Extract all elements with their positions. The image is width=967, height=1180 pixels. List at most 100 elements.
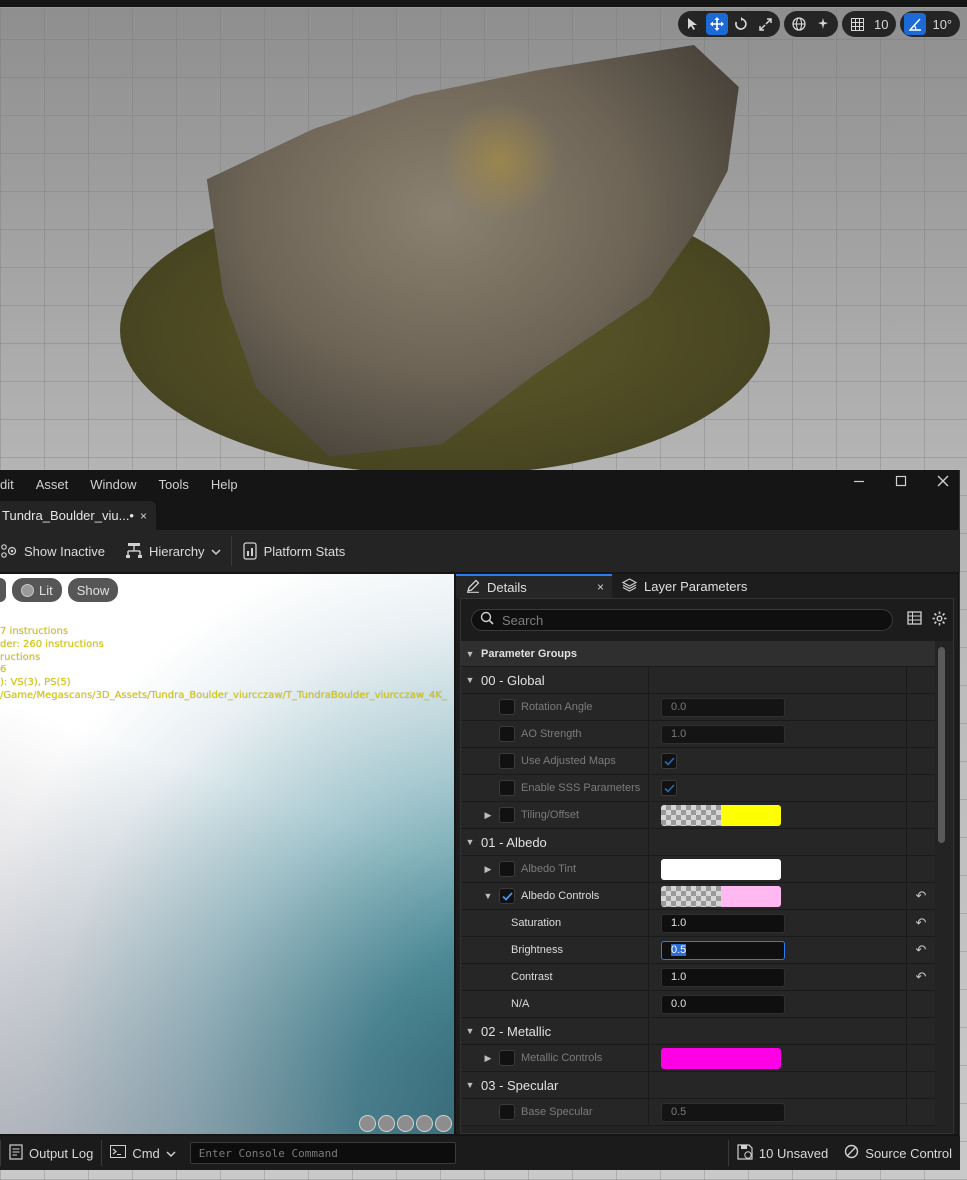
contrast-field[interactable]: 1.0	[661, 967, 785, 987]
source-control-button[interactable]: Source Control	[836, 1136, 960, 1170]
tab-layer-parameters-label: Layer Parameters	[644, 578, 748, 594]
expand-arrow-icon[interactable]: ▶	[481, 810, 495, 821]
param-label: Saturation	[511, 917, 562, 929]
collapse-arrow-icon: ▼	[465, 675, 475, 685]
override-checkbox[interactable]	[499, 1104, 515, 1120]
material-preview-viewport[interactable]: Lit Show 7 instructions der: 260 instruc…	[0, 574, 454, 1134]
ao-strength-field[interactable]: 1.0	[661, 724, 785, 744]
override-checkbox[interactable]	[499, 807, 515, 823]
use-adjusted-maps-checkbox[interactable]	[661, 753, 677, 769]
brightness-field-editing[interactable]: 0.5	[661, 940, 785, 960]
albedo-controls-color-swatch[interactable]	[661, 885, 781, 907]
param-saturation: Saturation 1.0 ↶	[461, 910, 935, 937]
collapse-arrow-icon: ▼	[465, 837, 475, 847]
rotation-snap-angle-icon[interactable]	[904, 13, 927, 35]
reset-to-default-icon[interactable]: ↶	[907, 883, 935, 909]
surface-snap-icon[interactable]	[812, 13, 834, 35]
menu-help[interactable]: Help	[200, 477, 249, 492]
lit-view-mode-button[interactable]: Lit	[12, 578, 62, 602]
cylinder-preview-icon[interactable]	[359, 1115, 376, 1132]
menu-tools[interactable]: Tools	[148, 477, 200, 492]
preview-options-button[interactable]	[0, 578, 6, 602]
show-inactive-icon	[0, 543, 18, 559]
parameter-groups-header[interactable]: ▼ Parameter Groups	[461, 641, 935, 667]
albedo-tint-color-swatch[interactable]	[661, 858, 781, 880]
cube-preview-icon[interactable]	[416, 1115, 433, 1132]
group-specular[interactable]: ▼ 03 - Specular	[461, 1072, 935, 1099]
lit-label: Lit	[39, 582, 53, 598]
reset-to-default-icon[interactable]: ↶	[907, 937, 935, 963]
group-metallic[interactable]: ▼ 02 - Metallic	[461, 1018, 935, 1045]
gear-icon[interactable]	[932, 611, 947, 629]
table-view-icon[interactable]	[907, 611, 922, 629]
saturation-field[interactable]: 1.0	[661, 913, 785, 933]
menu-asset[interactable]: Asset	[25, 477, 80, 492]
rotate-mode-icon[interactable]	[730, 13, 752, 35]
group-global[interactable]: ▼ 00 - Global	[461, 667, 935, 694]
base-specular-field[interactable]: 0.5	[661, 1102, 785, 1122]
show-inactive-button[interactable]: Show Inactive	[0, 530, 115, 572]
param-label: Enable SSS Parameters	[521, 782, 641, 794]
metallic-controls-color-swatch[interactable]	[661, 1047, 781, 1069]
select-mode-icon[interactable]	[682, 13, 704, 35]
reset-to-default-icon[interactable]: ↶	[907, 964, 935, 990]
close-window-icon[interactable]	[932, 474, 954, 491]
console-command-input[interactable]	[198, 1146, 449, 1160]
override-checkbox-checked[interactable]	[499, 888, 515, 904]
unsaved-button[interactable]: 10 Unsaved	[729, 1136, 836, 1170]
sphere-preview-icon[interactable]	[378, 1115, 395, 1132]
menu-edit[interactable]: dit	[0, 477, 25, 492]
output-log-button[interactable]: Output Log	[1, 1136, 101, 1170]
tab-details[interactable]: Details ×	[456, 574, 612, 598]
tab-details-close-icon[interactable]: ×	[597, 580, 604, 594]
minimize-icon[interactable]	[848, 474, 870, 491]
param-enable-sss: Enable SSS Parameters	[461, 775, 935, 802]
stats-line: ructions	[0, 651, 41, 663]
override-checkbox[interactable]	[499, 780, 515, 796]
maximize-icon[interactable]	[890, 474, 912, 491]
hierarchy-dropdown[interactable]: Hierarchy	[115, 530, 231, 572]
tab-details-label: Details	[487, 579, 527, 595]
override-checkbox[interactable]	[499, 1050, 515, 1066]
override-checkbox[interactable]	[499, 753, 515, 769]
grid-snap-value[interactable]: 10	[870, 17, 892, 32]
status-bar: Output Log Cmd 10 Unsaved So	[0, 1136, 960, 1170]
param-label: Use Adjusted Maps	[521, 755, 616, 767]
rotation-snap-value[interactable]: 10°	[928, 17, 956, 32]
tab-tundra-boulder[interactable]: Tundra_Boulder_viu...• ×	[0, 501, 156, 530]
material-instance-editor-window: dit Asset Window Tools Help Tundra_Bould…	[0, 470, 960, 1170]
platform-stats-button[interactable]: Platform Stats	[232, 530, 356, 572]
collapse-arrow-icon[interactable]: ▼	[481, 891, 495, 901]
world-space-globe-icon[interactable]	[788, 13, 810, 35]
menu-window[interactable]: Window	[79, 477, 147, 492]
param-label: Albedo Tint	[521, 863, 577, 875]
scale-mode-icon[interactable]	[754, 13, 776, 35]
show-button[interactable]: Show	[67, 578, 119, 602]
na-field[interactable]: 0.0	[661, 994, 785, 1014]
rotation-angle-field[interactable]: 0.0	[661, 697, 785, 717]
group-albedo[interactable]: ▼ 01 - Albedo	[461, 829, 935, 856]
enable-sss-checkbox[interactable]	[661, 780, 677, 796]
translate-mode-icon[interactable]	[706, 13, 728, 35]
viewport-toolbar: 10 10°	[678, 11, 961, 37]
cmd-dropdown[interactable]: Cmd	[102, 1136, 183, 1170]
tiling-offset-color-swatch[interactable]	[661, 804, 781, 826]
expand-arrow-icon[interactable]: ▶	[481, 1053, 495, 1064]
custom-mesh-preview-icon[interactable]	[435, 1115, 452, 1132]
expand-arrow-icon[interactable]: ▶	[481, 864, 495, 875]
cmd-label: Cmd	[132, 1145, 160, 1161]
override-checkbox[interactable]	[499, 699, 515, 715]
swatch-color	[661, 858, 781, 880]
reset-to-default-icon[interactable]: ↶	[907, 910, 935, 936]
override-checkbox[interactable]	[499, 861, 515, 877]
tab-layer-parameters[interactable]: Layer Parameters	[612, 574, 757, 598]
search-input[interactable]	[502, 612, 882, 628]
tab-close-icon[interactable]: ×	[140, 509, 147, 523]
param-use-adjusted-maps: Use Adjusted Maps	[461, 748, 935, 775]
override-checkbox[interactable]	[499, 726, 515, 742]
details-scrollbar[interactable]	[938, 647, 945, 843]
plane-preview-icon[interactable]	[397, 1115, 414, 1132]
document-tab-row: Tundra_Boulder_viu...• ×	[0, 498, 960, 530]
terminal-icon	[110, 1145, 127, 1161]
grid-snap-icon[interactable]	[846, 13, 868, 35]
